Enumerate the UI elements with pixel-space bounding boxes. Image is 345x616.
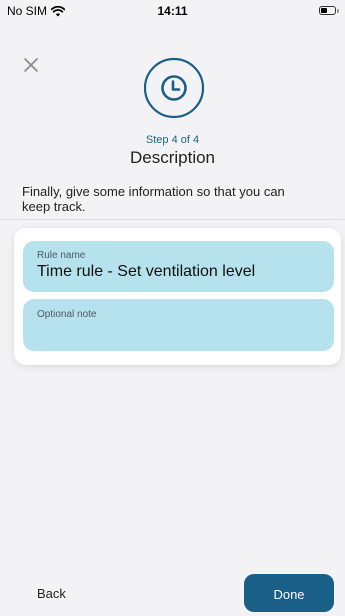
step-label: Step 4 of 4: [145, 134, 200, 146]
done-button[interactable]: Done: [244, 574, 334, 612]
close-button[interactable]: [20, 54, 42, 76]
page-title: Description: [129, 148, 216, 167]
battery-cap: [337, 9, 339, 13]
battery-level: [321, 8, 327, 13]
divider: [0, 219, 345, 220]
step-indicator: [143, 57, 205, 119]
clock-time: 14:11: [157, 4, 188, 18]
back-button[interactable]: Back: [37, 586, 66, 601]
battery-icon: [319, 6, 336, 15]
form-card: Rule name Time rule - Set ventilation le…: [14, 228, 341, 365]
bottom-bar: Back Done: [0, 572, 345, 612]
optional-note-label: Optional note: [37, 309, 97, 320]
optional-note-field[interactable]: Optional note: [23, 299, 334, 351]
status-bar: No SIM 14:11: [0, 0, 345, 22]
close-icon: [24, 58, 38, 72]
rule-name-field[interactable]: Rule name Time rule - Set ventilation le…: [23, 241, 334, 292]
rule-name-value[interactable]: Time rule - Set ventilation level: [37, 263, 255, 281]
intro-text: Finally, give some information so that y…: [22, 184, 285, 214]
clock-icon: [143, 57, 205, 119]
rule-name-label: Rule name: [37, 250, 86, 261]
